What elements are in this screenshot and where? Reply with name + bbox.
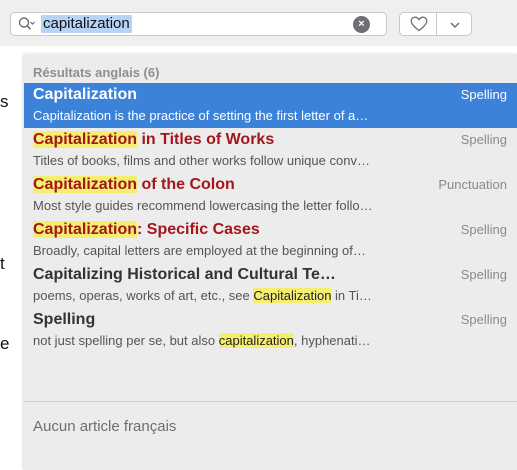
match-highlight: capitalization: [218, 333, 294, 348]
results-list: Capitalization Spelling Capitalization is …: [24, 83, 517, 353]
result-category: Spelling: [460, 222, 507, 237]
result-snippet: poems, operas, works of art, etc., see C…: [33, 288, 507, 304]
result-snippet: Capitalization is the practice of settin…: [33, 108, 507, 124]
result-item[interactable]: Capitalization Spelling Capitalization is …: [24, 83, 517, 128]
title-text: Capitalization: [33, 86, 138, 103]
toolbar: capitalization ×: [0, 0, 517, 46]
divider: [24, 401, 517, 402]
snippet-text: Most style guides recommend lowercasing …: [33, 198, 373, 213]
result-category: Spelling: [460, 87, 507, 102]
snippet-text: not just spelling per se, but also: [33, 333, 219, 348]
match-highlight: Capitalization: [253, 288, 332, 303]
result-category: Spelling: [460, 132, 507, 147]
result-category: Spelling: [460, 312, 507, 327]
menu-button[interactable]: [436, 12, 472, 36]
search-input[interactable]: capitalization: [41, 15, 132, 33]
result-title: Capitalization in Titles of Works: [33, 131, 274, 149]
result-title: Capitalization of the Colon: [33, 176, 235, 194]
result-snippet: Most style guides recommend lowercasing …: [33, 198, 507, 214]
result-header: Capitalization in Titles of Works Spellin…: [33, 131, 507, 152]
result-snippet: not just spelling per se, but also capit…: [33, 333, 507, 349]
match-highlight: Capitalization: [33, 221, 138, 238]
favorite-button[interactable]: [399, 12, 437, 36]
title-text: of the Colon: [137, 176, 235, 193]
clear-icon[interactable]: ×: [353, 16, 370, 33]
result-category: Punctuation: [438, 177, 507, 192]
snippet-text: Capitalization is the practice of settin…: [33, 108, 369, 123]
snippet-text: Titles of books, films and other works f…: [33, 153, 370, 168]
no-french-results: Aucun article français: [33, 418, 177, 435]
chevron-down-icon: [450, 22, 460, 29]
result-header: Spelling Spelling: [33, 311, 507, 332]
snippet-text: Broadly, capital letters are employed at…: [33, 243, 366, 258]
section-header-english: Résultats anglais (6): [33, 65, 160, 80]
match-highlight: Capitalization: [33, 131, 138, 148]
search-results-dropdown: Résultats anglais (6) Capitalization Spel…: [24, 54, 517, 470]
snippet-text: poems, operas, works of art, etc., see: [33, 288, 254, 303]
result-item[interactable]: Capitalizing Historical and Cultural Te……: [24, 263, 517, 308]
result-item[interactable]: Capitalization in Titles of Works Spellin…: [24, 128, 517, 173]
result-item[interactable]: Capitalization: Specific Cases Spelling Br…: [24, 218, 517, 263]
snippet-text: , hyphenati…: [293, 333, 371, 348]
result-title: Capitalizing Historical and Cultural Te…: [33, 266, 336, 284]
title-text: Capitalizing Historical and Cultural Te…: [33, 266, 336, 283]
result-header: Capitalization of the Colon Punctuation: [33, 176, 507, 197]
background-text-fragment: e: [0, 334, 10, 353]
heart-icon: [410, 16, 428, 32]
result-item[interactable]: Capitalization of the Colon Punctuation Mo…: [24, 173, 517, 218]
result-title: Capitalization: [33, 86, 137, 104]
background-text-fragment: t: [0, 254, 5, 273]
result-header: Capitalization Spelling: [33, 86, 507, 107]
result-snippet: Titles of books, films and other works f…: [33, 153, 507, 169]
background-text-fragment: s: [0, 92, 9, 111]
title-text: : Specific Cases: [137, 221, 260, 238]
result-title: Spelling: [33, 311, 95, 329]
title-text: Spelling: [33, 311, 96, 328]
result-header: Capitalization: Specific Cases Spelling: [33, 221, 507, 242]
result-header: Capitalizing Historical and Cultural Te……: [33, 266, 507, 287]
result-item[interactable]: Spelling Spelling not just spelling per se…: [24, 308, 517, 353]
result-snippet: Broadly, capital letters are employed at…: [33, 243, 507, 259]
result-category: Spelling: [460, 267, 507, 282]
result-title: Capitalization: Specific Cases: [33, 221, 260, 239]
snippet-text: in Ti…: [331, 288, 372, 303]
search-icon[interactable]: [18, 16, 36, 32]
match-highlight: Capitalization: [33, 176, 138, 193]
search-field[interactable]: capitalization ×: [10, 12, 387, 36]
title-text: in Titles of Works: [137, 131, 275, 148]
